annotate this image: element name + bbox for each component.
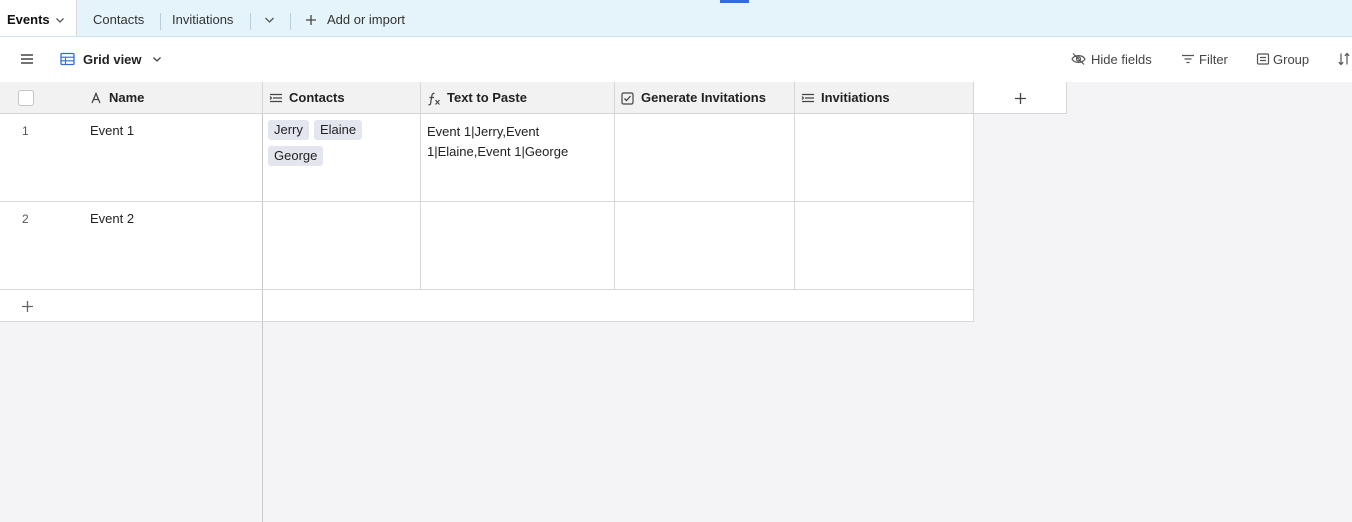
text-to-paste-cell[interactable] [421,202,615,290]
table-tab-bar: Events Contacts Invitiations Add or impo… [0,0,1352,37]
column-text-to-paste-label: Text to Paste [447,90,527,105]
tab-events[interactable]: Events [0,0,77,36]
tab-divider [290,13,291,30]
filter-button[interactable]: Filter [1181,37,1241,82]
eye-off-icon [1071,53,1086,65]
tab-invitiations[interactable]: Invitiations [172,0,233,36]
text-to-paste-cell[interactable]: Event 1|Jerry,Event 1|Elaine,Event 1|Geo… [421,114,615,202]
chevron-down-icon[interactable] [55,15,65,25]
column-header-text-to-paste[interactable]: Text to Paste [421,82,615,114]
contact-chip[interactable]: George [268,146,324,166]
generate-invitations-cell[interactable] [615,114,795,202]
view-toolbar: Grid view Hide fields Filter Group [0,37,1352,83]
select-all-header [0,82,84,114]
column-header-name[interactable]: Name [84,82,263,114]
column-contacts-label: Contacts [289,90,345,105]
tab-contacts[interactable]: Contacts [93,0,144,36]
contacts-cell[interactable] [263,202,421,290]
add-or-import-label: Add or import [327,12,406,27]
column-invitiations-label: Invitiations [821,90,890,105]
column-generate-invitations-label: Generate Invitations [641,90,766,105]
plus-icon [22,301,33,312]
tab-contacts-label: Contacts [93,12,145,27]
plus-icon [306,15,316,25]
view-switcher-button[interactable]: Grid view [60,37,166,82]
filter-label: Filter [1199,52,1228,67]
tab-events-label: Events [7,12,50,27]
add-record-row-filler[interactable] [263,290,974,322]
filter-icon [1182,54,1194,64]
formula-icon [428,92,440,106]
grid-area: Name Contacts Text to Paste Generate Inv… [0,82,1352,522]
plus-icon [1015,93,1026,104]
row-number: 1 [22,124,29,138]
checkbox-field-icon [621,92,634,105]
contacts-cell[interactable]: Jerry Elaine George [263,114,421,202]
record-name[interactable]: Event 1 [90,123,134,138]
linked-record-icon [801,93,814,103]
sort-icon [1338,52,1350,66]
tab-divider [250,13,251,30]
group-icon [1256,53,1270,65]
frozen-column-divider [262,322,263,522]
records-grid: Name Contacts Text to Paste Generate Inv… [0,82,974,322]
contact-chip[interactable]: Elaine [314,120,363,140]
hide-fields-button[interactable]: Hide fields [1071,37,1161,82]
group-button[interactable]: Group [1256,37,1316,82]
menu-icon [21,54,33,64]
table-row[interactable]: 2 Event 2 [0,202,263,290]
text-to-paste-value: Event 1|Jerry,Event 1|Elaine,Event 1|Geo… [427,124,569,159]
tab-invitiations-label: Invitiations [172,12,234,27]
column-name-label: Name [109,90,145,105]
grid-view-icon [60,52,75,66]
invitiations-cell[interactable] [795,114,974,202]
menu-button[interactable] [20,37,36,82]
linked-record-icon [269,93,282,103]
chevron-down-icon[interactable] [264,15,275,25]
view-name: Grid view [83,52,142,67]
chevron-down-icon [153,57,161,62]
invitiations-cell[interactable] [795,202,974,290]
hide-fields-label: Hide fields [1091,52,1152,67]
column-header-generate-invitations[interactable]: Generate Invitations [615,82,795,114]
generate-invitations-cell[interactable] [615,202,795,290]
text-field-icon [91,92,101,104]
sort-button[interactable] [1337,37,1352,82]
add-field-button[interactable] [974,82,1067,114]
add-record-row[interactable] [0,290,263,322]
contact-chip[interactable]: Jerry [268,120,309,140]
record-name[interactable]: Event 2 [90,211,134,226]
loading-indicator [720,0,749,3]
tab-divider [160,13,161,30]
column-header-contacts[interactable]: Contacts [263,82,421,114]
row-number: 2 [22,212,29,226]
select-all-checkbox[interactable] [18,90,34,106]
table-row[interactable]: 1 Event 1 [0,114,263,202]
column-header-invitiations[interactable]: Invitiations [795,82,974,114]
group-label: Group [1273,52,1310,67]
